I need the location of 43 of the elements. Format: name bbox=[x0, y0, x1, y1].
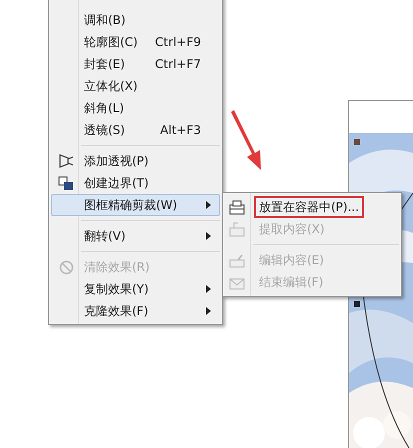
submenu-arrow-icon bbox=[206, 285, 211, 293]
menu-item-label: 图框精确剪裁(W) bbox=[84, 197, 178, 214]
menu-item-label: 轮廓图(C) bbox=[84, 34, 138, 51]
menu-item[interactable]: 立体化(X) bbox=[51, 75, 220, 97]
perspective-icon bbox=[58, 154, 74, 168]
menu-item[interactable]: 翻转(V) bbox=[51, 225, 220, 247]
submenu-item-label: 放置在容器中(P)... bbox=[254, 196, 364, 218]
menu-item-label: 立体化(X) bbox=[84, 78, 138, 95]
menu-item-label: 清除效果(R) bbox=[84, 259, 150, 276]
menu-item-label: 斜角(L) bbox=[84, 100, 124, 117]
menu-item-label: 翻转(V) bbox=[84, 228, 126, 245]
shortcut-label: Alt+F3 bbox=[160, 122, 201, 139]
menu-item-label: 调和(B) bbox=[84, 12, 126, 29]
menu-item-label: 复制效果(Y) bbox=[84, 281, 149, 298]
menu-item[interactable]: 调和(B) bbox=[51, 9, 220, 31]
menu-item[interactable]: 封套(E) Ctrl+F7 bbox=[51, 53, 220, 75]
submenu-arrow-icon bbox=[206, 232, 211, 240]
submenu-item-label: 编辑内容(E) bbox=[258, 252, 325, 269]
boundary-icon bbox=[58, 176, 74, 190]
submenu-item[interactable]: 放置在容器中(P)... bbox=[223, 196, 401, 218]
container-icon bbox=[229, 200, 245, 214]
menu-item-label: 创建边界(T) bbox=[84, 175, 149, 192]
submenu-arrow-icon bbox=[206, 307, 211, 315]
menu-item-label: 添加透视(P) bbox=[84, 153, 149, 170]
shortcut-label: Ctrl+F9 bbox=[155, 34, 201, 51]
submenu-arrow-icon bbox=[206, 201, 211, 209]
submenu-item-label: 提取内容(X) bbox=[258, 221, 326, 238]
extract-icon bbox=[229, 222, 245, 236]
menu-item[interactable]: 透镜(S) Alt+F3 bbox=[51, 119, 220, 141]
menu-item-label: 透镜(S) bbox=[84, 122, 125, 139]
edit-icon bbox=[229, 252, 245, 268]
shortcut-label: Ctrl+F7 bbox=[155, 56, 201, 73]
menu-item[interactable]: 斜角(L) bbox=[51, 97, 220, 119]
clear-icon bbox=[58, 260, 74, 274]
menu-item-label: 封套(E) bbox=[84, 56, 125, 73]
menu-item-label: 克隆效果(F) bbox=[84, 303, 148, 320]
submenu-item-label: 结束编辑(F) bbox=[258, 274, 324, 291]
menu-item[interactable]: 克隆效果(F) bbox=[51, 300, 220, 322]
menu-item[interactable]: 轮廓图(C) Ctrl+F9 bbox=[51, 31, 220, 53]
menu-item[interactable]: 创建边界(T) bbox=[51, 172, 220, 194]
menu-item[interactable]: 添加透视(P) bbox=[51, 150, 220, 172]
menu-item[interactable]: 复制效果(Y) bbox=[51, 278, 220, 300]
menu-item[interactable]: 图框精确剪裁(W) bbox=[51, 194, 220, 216]
